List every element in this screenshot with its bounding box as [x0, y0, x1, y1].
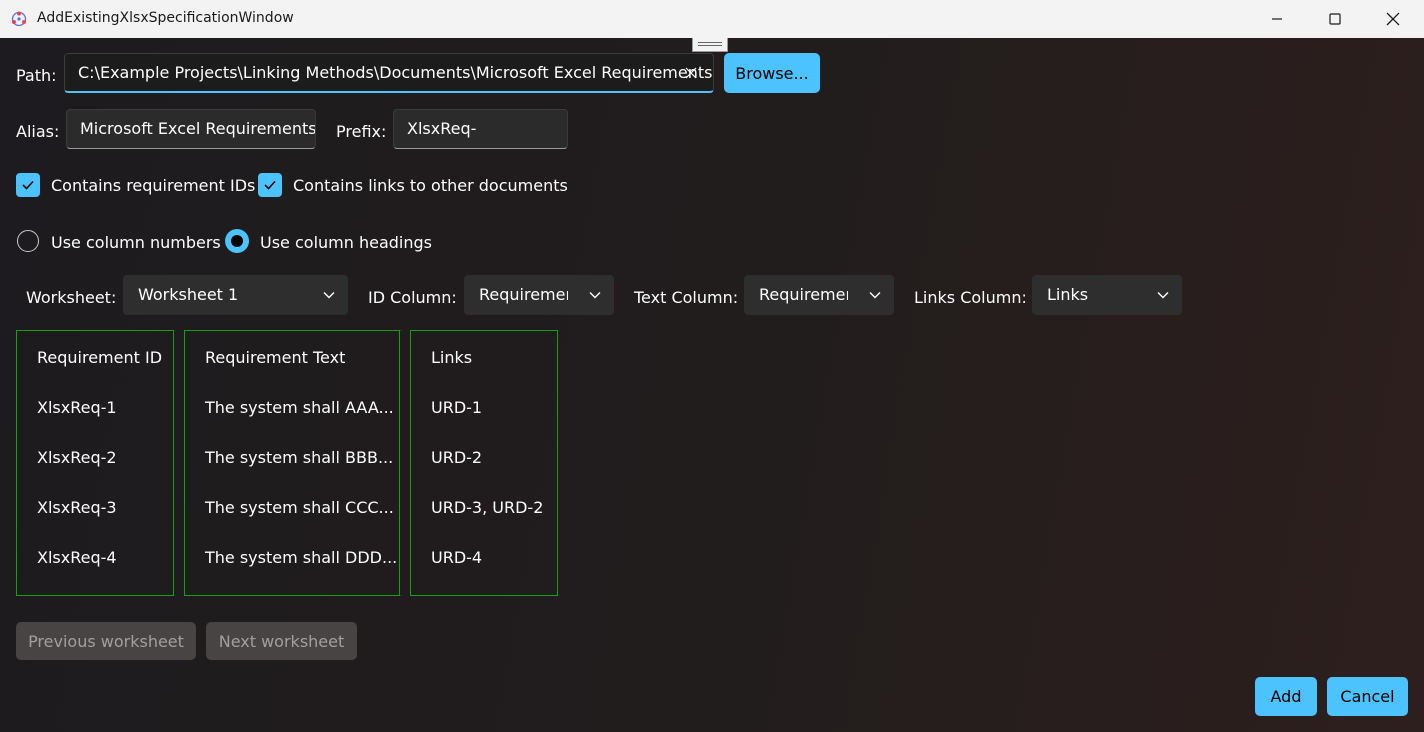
links-column-value: Links — [1047, 285, 1089, 304]
close-icon — [685, 67, 697, 79]
links-column: Links URD-1 URD-2 URD-3, URD-2 URD-4 — [410, 330, 558, 596]
table-cell: URD-1 — [431, 398, 483, 417]
text-column-label: Text Column: — [634, 288, 739, 307]
alias-input[interactable]: Microsoft Excel Requirements — [66, 109, 316, 149]
id-column-label: ID Column: — [368, 288, 457, 307]
chevron-down-icon — [589, 292, 601, 299]
contains-ids-checkbox[interactable] — [16, 173, 40, 197]
checkmark-icon — [22, 180, 34, 190]
contains-links-checkbox[interactable] — [258, 173, 282, 197]
table-cell: The system shall CCC... — [205, 498, 394, 517]
table-cell: The system shall DDD... — [205, 548, 398, 567]
path-label: Path: — [16, 66, 57, 85]
contains-links-label: Contains links to other documents — [293, 176, 568, 195]
table-cell: The system shall BBB... — [205, 448, 394, 467]
next-worksheet-button[interactable]: Next worksheet — [206, 622, 357, 660]
column-header: Requirement ID — [37, 348, 163, 367]
table-cell: XlsxReq-2 — [37, 448, 117, 467]
maximize-icon — [1329, 13, 1341, 25]
column-header: Links — [431, 348, 473, 367]
id-column-combobox[interactable]: Requirement ID — [464, 275, 614, 315]
prefix-label: Prefix: — [336, 122, 387, 141]
table-cell: The system shall AAA... — [205, 398, 394, 417]
close-window-button[interactable] — [1364, 0, 1422, 38]
cancel-button[interactable]: Cancel — [1327, 677, 1408, 716]
add-button[interactable]: Add — [1255, 677, 1317, 716]
worksheet-label: Worksheet: — [26, 288, 117, 307]
requirement-id-column: Requirement ID XlsxReq-1 XlsxReq-2 XlsxR… — [16, 330, 174, 596]
chevron-down-icon — [1157, 292, 1169, 299]
links-column-label: Links Column: — [914, 288, 1027, 307]
column-header: Requirement Text — [205, 348, 346, 367]
minimize-icon — [1272, 18, 1282, 20]
table-cell: XlsxReq-1 — [37, 398, 117, 417]
title-bar: AddExistingXlsxSpecificationWindow — [0, 0, 1424, 39]
text-column-combobox[interactable]: Requirement Text — [744, 275, 894, 315]
browse-button[interactable]: Browse... — [724, 53, 820, 93]
worksheet-combobox[interactable]: Worksheet 1 — [123, 275, 348, 315]
checkmark-icon — [264, 180, 276, 190]
prefix-input[interactable]: XlsxReq- — [393, 109, 568, 149]
chevron-down-icon — [323, 292, 335, 299]
use-column-numbers-label: Use column numbers — [51, 233, 221, 252]
links-column-combobox[interactable]: Links — [1032, 275, 1182, 315]
window-title: AddExistingXlsxSpecificationWindow — [37, 10, 294, 26]
alias-value: Microsoft Excel Requirements — [80, 119, 316, 138]
minimize-button[interactable] — [1248, 0, 1306, 38]
close-icon — [1386, 12, 1400, 26]
app-icon — [11, 11, 27, 27]
use-column-headings-radio[interactable] — [225, 229, 249, 253]
table-cell: URD-3, URD-2 — [431, 498, 544, 517]
use-column-numbers-radio[interactable] — [17, 230, 39, 252]
path-value: C:\Example Projects\Linking Methods\Docu… — [78, 63, 714, 82]
chevron-down-icon — [869, 292, 881, 299]
previous-worksheet-button[interactable]: Previous worksheet — [16, 622, 196, 660]
requirement-text-column: Requirement Text The system shall AAA...… — [184, 330, 400, 596]
contains-ids-label: Contains requirement IDs — [51, 176, 256, 195]
worksheet-value: Worksheet 1 — [138, 285, 239, 304]
table-cell: XlsxReq-3 — [37, 498, 117, 517]
maximize-button[interactable] — [1306, 0, 1364, 38]
use-column-headings-label: Use column headings — [260, 233, 432, 252]
path-input[interactable]: C:\Example Projects\Linking Methods\Docu… — [64, 53, 714, 93]
table-cell: URD-4 — [431, 548, 483, 567]
clear-path-button[interactable] — [677, 59, 705, 87]
alias-label: Alias: — [16, 122, 60, 141]
prefix-value: XlsxReq- — [407, 119, 477, 138]
dialog-content: Path: C:\Example Projects\Linking Method… — [0, 38, 1424, 732]
text-column-value: Requirement Text — [759, 285, 848, 304]
table-cell: URD-2 — [431, 448, 483, 467]
splitter-grip[interactable] — [692, 38, 728, 52]
table-cell: XlsxReq-4 — [37, 548, 117, 567]
id-column-value: Requirement ID — [479, 285, 568, 304]
